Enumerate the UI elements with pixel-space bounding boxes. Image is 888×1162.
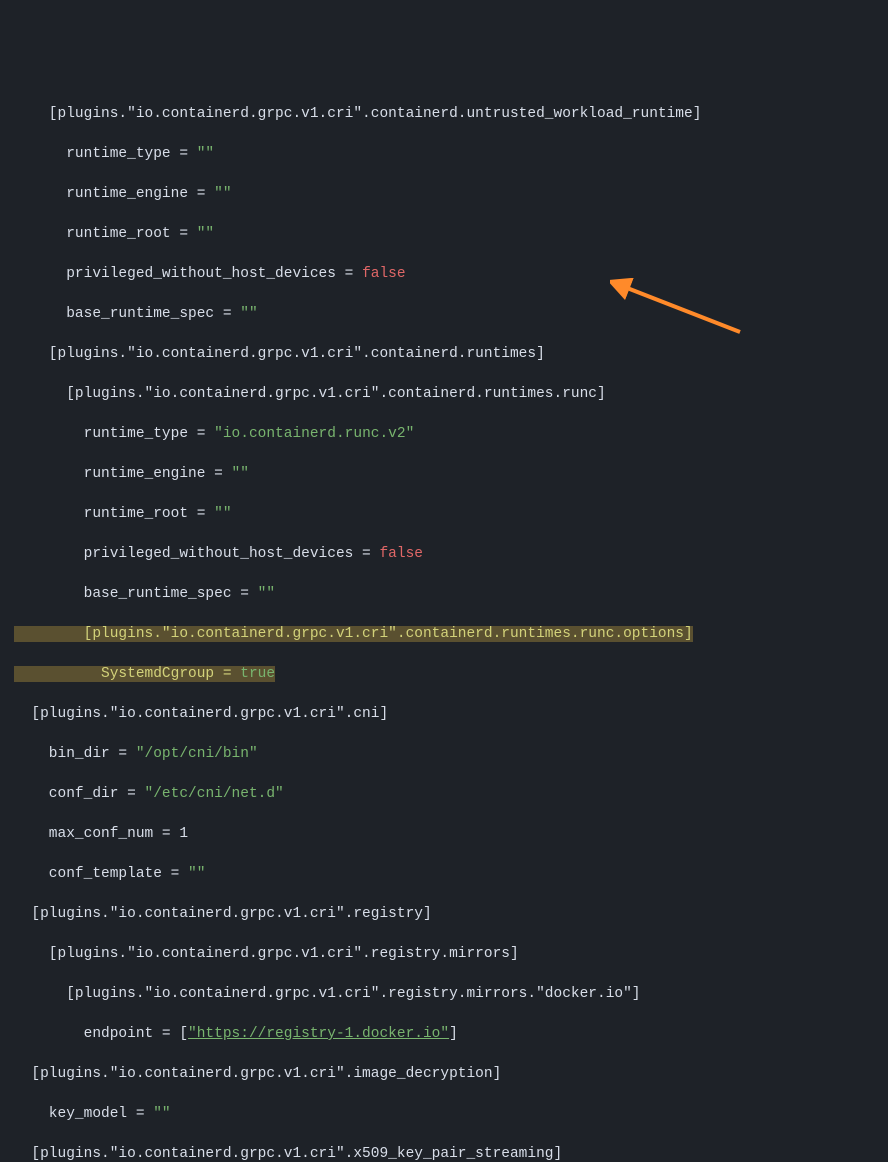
toml-header: [plugins."io.containerd.grpc.v1.cri".cni…: [14, 706, 388, 722]
code-line: base_runtime_spec = "": [14, 584, 888, 604]
code-line: [plugins."io.containerd.grpc.v1.cri".con…: [14, 384, 888, 404]
code-block: [plugins."io.containerd.grpc.v1.cri".con…: [14, 84, 888, 1162]
highlighted-line: [plugins."io.containerd.grpc.v1.cri".con…: [14, 624, 888, 644]
code-line: bin_dir = "/opt/cni/bin": [14, 744, 888, 764]
toml-header: [plugins."io.containerd.grpc.v1.cri".ima…: [14, 1066, 501, 1082]
toml-header: [plugins."io.containerd.grpc.v1.cri".reg…: [14, 906, 432, 922]
code-line: [plugins."io.containerd.grpc.v1.cri".con…: [14, 344, 888, 364]
code-line: conf_dir = "/etc/cni/net.d": [14, 784, 888, 804]
toml-header: [plugins."io.containerd.grpc.v1.cri".reg…: [14, 946, 519, 962]
toml-header: [plugins."io.containerd.grpc.v1.cri".con…: [14, 106, 701, 122]
code-line: runtime_root = "": [14, 224, 888, 244]
code-line: privileged_without_host_devices = false: [14, 264, 888, 284]
toml-header-highlighted: [plugins."io.containerd.grpc.v1.cri".con…: [14, 626, 693, 642]
toml-header: [plugins."io.containerd.grpc.v1.cri".x50…: [14, 1146, 562, 1162]
code-line: [plugins."io.containerd.grpc.v1.cri".reg…: [14, 944, 888, 964]
code-line: [plugins."io.containerd.grpc.v1.cri".reg…: [14, 984, 888, 1004]
code-line: conf_template = "": [14, 864, 888, 884]
code-line: base_runtime_spec = "": [14, 304, 888, 324]
code-line: runtime_type = "": [14, 144, 888, 164]
code-line: [plugins."io.containerd.grpc.v1.cri".x50…: [14, 1144, 888, 1162]
code-line: [plugins."io.containerd.grpc.v1.cri".cni…: [14, 704, 888, 724]
code-line: runtime_root = "": [14, 504, 888, 524]
toml-header: [plugins."io.containerd.grpc.v1.cri".con…: [14, 386, 606, 402]
code-line: [plugins."io.containerd.grpc.v1.cri".ima…: [14, 1064, 888, 1084]
code-line: privileged_without_host_devices = false: [14, 544, 888, 564]
code-line: [plugins."io.containerd.grpc.v1.cri".con…: [14, 104, 888, 124]
highlighted-line: SystemdCgroup = true: [14, 664, 888, 684]
code-line: endpoint = ["https://registry-1.docker.i…: [14, 1024, 888, 1044]
toml-header: [plugins."io.containerd.grpc.v1.cri".con…: [14, 346, 545, 362]
code-line: max_conf_num = 1: [14, 824, 888, 844]
code-line: runtime_engine = "": [14, 464, 888, 484]
toml-header: [plugins."io.containerd.grpc.v1.cri".reg…: [14, 986, 641, 1002]
code-line: key_model = "": [14, 1104, 888, 1124]
code-line: [plugins."io.containerd.grpc.v1.cri".reg…: [14, 904, 888, 924]
code-line: runtime_type = "io.containerd.runc.v2": [14, 424, 888, 444]
code-line: runtime_engine = "": [14, 184, 888, 204]
